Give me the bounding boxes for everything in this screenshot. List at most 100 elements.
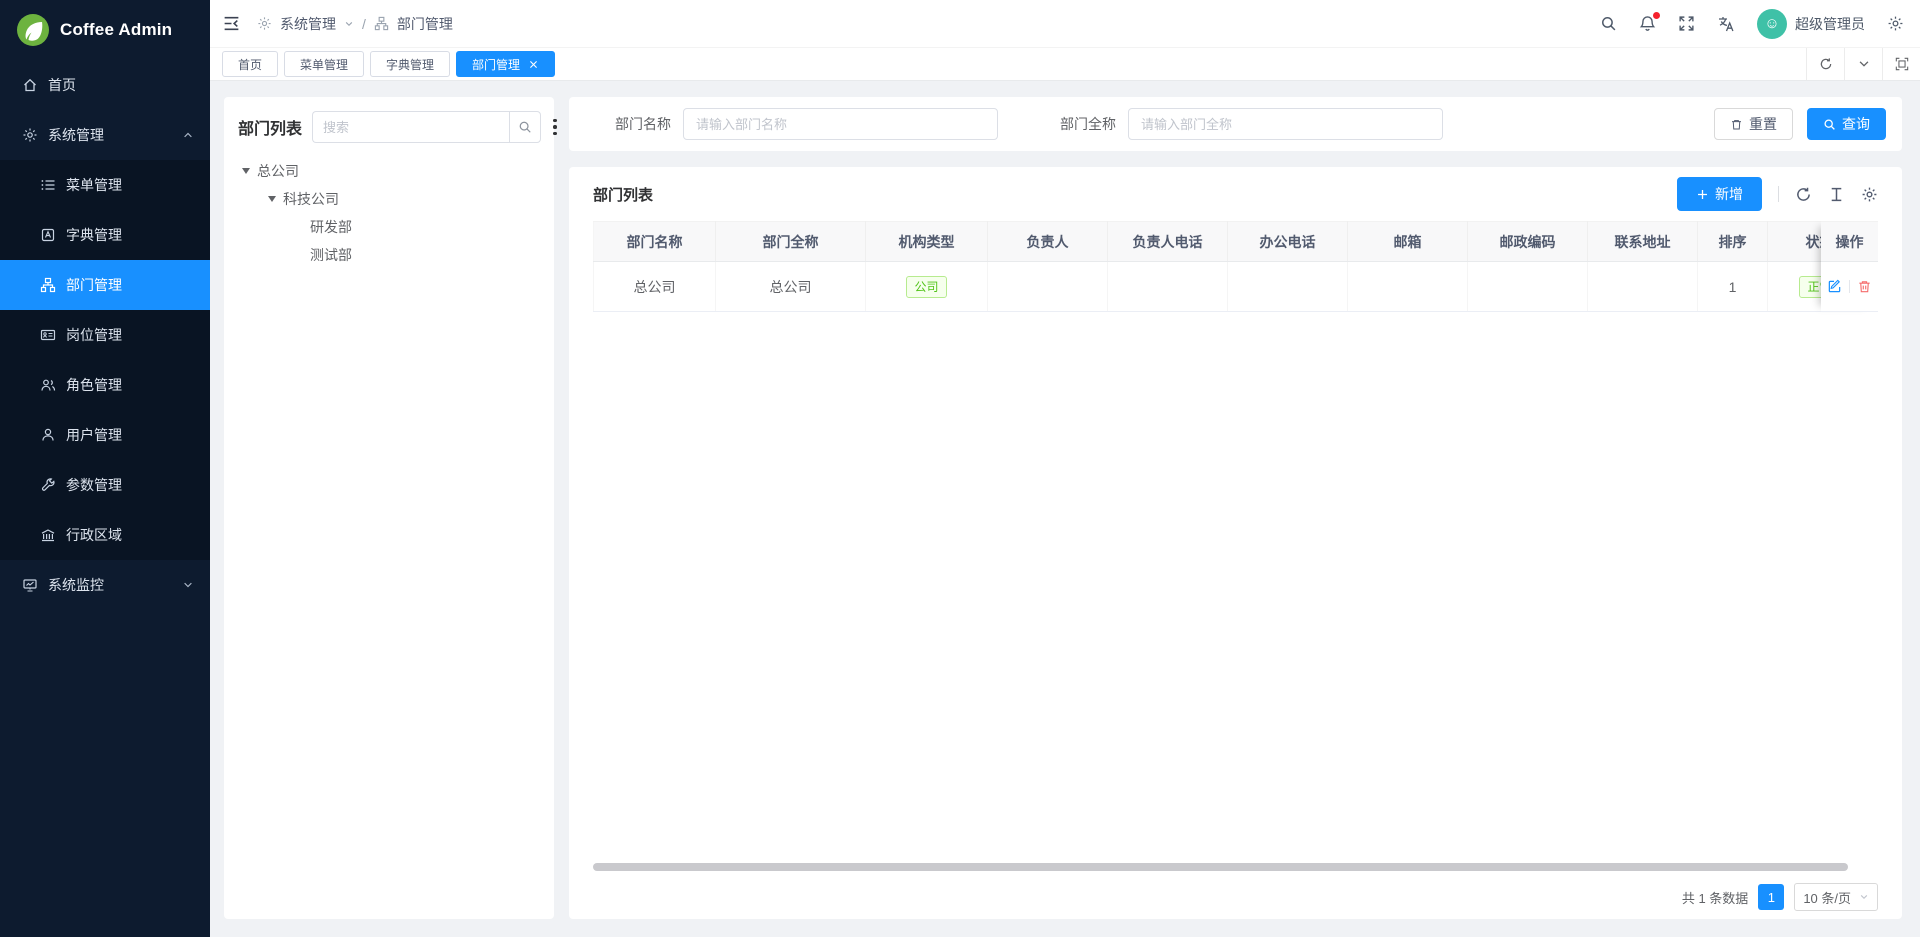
sidebar-item-label: 行政区域 <box>66 525 122 545</box>
plus-icon <box>1696 188 1709 201</box>
column-settings-button[interactable] <box>1861 186 1878 203</box>
tree-search-button[interactable] <box>509 111 541 143</box>
tab-menu-management[interactable]: 菜单管理 <box>284 51 364 77</box>
sidebar-item-system-management[interactable]: 系统管理 <box>0 110 210 160</box>
edit-row-button[interactable] <box>1827 279 1842 294</box>
notifications-button[interactable] <box>1639 15 1656 32</box>
table-zone: 部门名称 部门全称 机构类型 负责人 负责人电话 办公电话 邮箱 邮政编码 联系… <box>593 221 1878 863</box>
col-leader-phone: 负责人电话 <box>1108 222 1228 262</box>
gear-icon <box>22 127 38 143</box>
chevron-down-icon <box>1859 892 1869 902</box>
global-search-button[interactable] <box>1600 15 1617 32</box>
tab-tools <box>1806 48 1920 80</box>
notification-dot <box>1653 12 1660 19</box>
sidebar-item-label: 系统管理 <box>48 125 104 145</box>
tree-node-rd-dept[interactable]: 研发部 <box>238 213 540 241</box>
tree-node-tech-company[interactable]: 科技公司 <box>238 185 540 213</box>
cell-office-phone <box>1228 262 1348 312</box>
action-divider <box>1849 280 1850 293</box>
sidebar-item-param-management[interactable]: 参数管理 <box>0 460 210 510</box>
dept-table-card: 部门列表 新增 <box>569 167 1902 919</box>
user-menu[interactable]: ☺ 超级管理员 <box>1757 9 1865 39</box>
sidebar-item-menu-management[interactable]: 菜单管理 <box>0 160 210 210</box>
page-size-select[interactable]: 10 条/页 <box>1794 883 1878 911</box>
col-leader: 负责人 <box>988 222 1108 262</box>
fixed-action-column: 操作 <box>1821 221 1878 312</box>
fullscreen-button[interactable] <box>1678 15 1695 32</box>
trash-icon <box>1730 118 1743 131</box>
sidebar-item-system-monitor[interactable]: 系统监控 <box>0 560 210 610</box>
caret-down-icon[interactable] <box>242 168 250 174</box>
topbar-actions: ☺ 超级管理员 <box>1600 9 1904 39</box>
chevron-down-icon <box>182 579 194 591</box>
cell-leader <box>988 262 1108 312</box>
dept-name-label: 部门名称 <box>615 114 671 134</box>
sidebar-item-admin-region[interactable]: 行政区域 <box>0 510 210 560</box>
tab-dict-management[interactable]: 字典管理 <box>370 51 450 77</box>
tab-label: 首页 <box>238 56 262 73</box>
chevron-down-icon <box>1857 57 1871 71</box>
search-icon <box>1823 118 1836 131</box>
sidebar-item-dept-management[interactable]: 部门管理 <box>0 260 210 310</box>
table-refresh-button[interactable] <box>1795 186 1812 203</box>
settings-button[interactable] <box>1887 15 1904 32</box>
tree-node-test-dept[interactable]: 测试部 <box>238 241 540 269</box>
menu-fold-button[interactable] <box>222 14 241 33</box>
tree-panel-header: 部门列表 <box>238 111 540 143</box>
sidebar-item-home[interactable]: 首页 <box>0 60 210 110</box>
filter-actions: 重置 查询 <box>1714 108 1886 140</box>
breadcrumb-section[interactable]: 系统管理 <box>280 14 336 34</box>
language-switch-button[interactable] <box>1717 15 1735 33</box>
org-chart-icon <box>374 16 389 31</box>
dept-name-input[interactable] <box>683 108 998 140</box>
horizontal-scrollbar-thumb[interactable] <box>593 863 1848 871</box>
filter-dept-name: 部门名称 <box>615 108 998 140</box>
sidebar-item-role-management[interactable]: 角色管理 <box>0 360 210 410</box>
dictionary-icon <box>40 227 56 243</box>
table-header-row: 部门名称 部门全称 机构类型 负责人 负责人电话 办公电话 邮箱 邮政编码 联系… <box>594 222 1872 262</box>
edit-icon <box>1827 279 1842 294</box>
chevron-down-icon <box>344 19 354 29</box>
page-size-value: 10 条/页 <box>1803 888 1851 907</box>
maximize-icon <box>1895 57 1909 71</box>
toolbar-divider <box>1778 186 1779 202</box>
refresh-tab-button[interactable] <box>1806 48 1844 80</box>
user-name: 超级管理员 <box>1795 14 1865 34</box>
col-actions: 操作 <box>1821 221 1878 262</box>
tree-search-input[interactable] <box>312 111 509 143</box>
roles-icon <box>40 377 56 393</box>
sidebar-item-dict-management[interactable]: 字典管理 <box>0 210 210 260</box>
sidebar-item-user-management[interactable]: 用户管理 <box>0 410 210 460</box>
tab-dept-management[interactable]: 部门管理 <box>456 51 555 77</box>
tree-more-button[interactable] <box>551 115 559 140</box>
tree-panel-title: 部门列表 <box>238 115 302 139</box>
tree-node-head-office[interactable]: 总公司 <box>238 157 540 185</box>
gear-icon <box>257 16 272 31</box>
caret-down-icon[interactable] <box>268 196 276 202</box>
tab-options-button[interactable] <box>1844 48 1882 80</box>
sidebar-item-label: 角色管理 <box>66 375 122 395</box>
sidebar-item-label: 系统监控 <box>48 575 104 595</box>
sidebar-item-label: 首页 <box>48 75 76 95</box>
add-button[interactable]: 新增 <box>1677 177 1762 211</box>
row-height-button[interactable] <box>1828 186 1845 203</box>
refresh-icon <box>1819 57 1833 71</box>
content-fullscreen-button[interactable] <box>1882 48 1920 80</box>
cell-dept-fullname: 总公司 <box>716 262 866 312</box>
query-button[interactable]: 查询 <box>1807 108 1886 140</box>
right-column: 部门名称 部门全称 重置 查询 <box>569 97 1902 919</box>
page-1-button[interactable]: 1 <box>1758 884 1784 910</box>
table-row: 总公司 总公司 公司 1 正常 <box>594 262 1872 312</box>
reset-button[interactable]: 重置 <box>1714 108 1793 140</box>
tab-home[interactable]: 首页 <box>222 51 278 77</box>
refresh-icon <box>1795 186 1812 203</box>
delete-row-button[interactable] <box>1857 279 1872 294</box>
close-icon[interactable] <box>528 59 539 70</box>
main-area: 系统管理 / 部门管理 ☺ 超级管理员 <box>210 0 1920 937</box>
dept-fullname-input[interactable] <box>1128 108 1443 140</box>
pagination-total: 共 1 条数据 <box>1682 888 1748 907</box>
col-office-phone: 办公电话 <box>1228 222 1348 262</box>
gear-icon <box>1887 15 1904 32</box>
home-icon <box>22 77 38 93</box>
sidebar-item-post-management[interactable]: 岗位管理 <box>0 310 210 360</box>
